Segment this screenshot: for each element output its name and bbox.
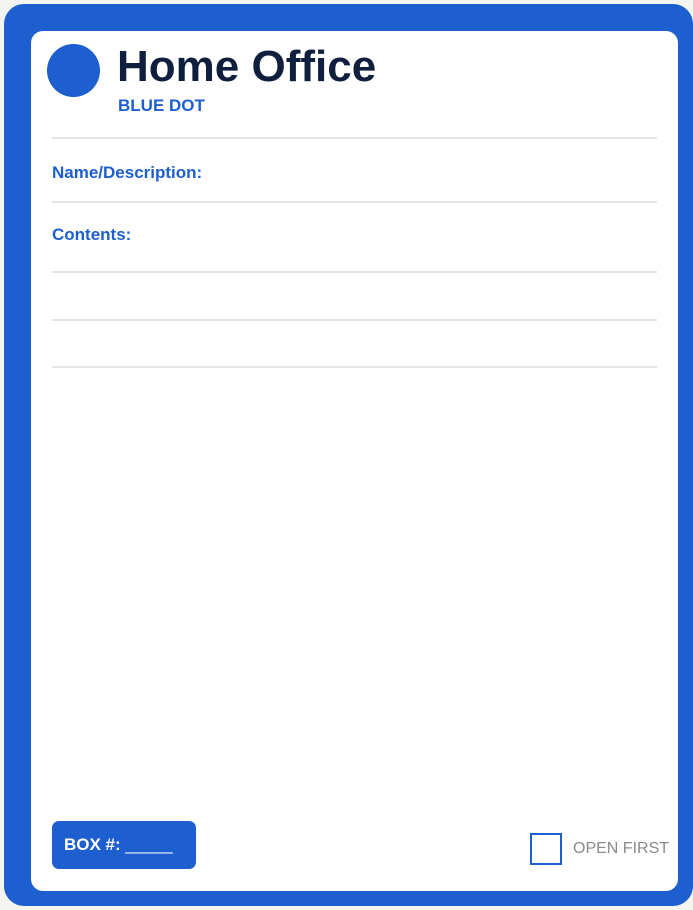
box-number-label: BOX #: bbox=[64, 835, 121, 854]
box-number-field[interactable]: BOX #: _____ bbox=[52, 821, 196, 869]
contents-line-2 bbox=[52, 319, 657, 321]
divider bbox=[52, 137, 657, 139]
open-first-label: OPEN FIRST bbox=[573, 840, 670, 857]
name-description-label: Name/Description: bbox=[52, 163, 203, 182]
label-card: Home Office BLUE DOT Name/Description: C… bbox=[31, 31, 678, 891]
label-border: Home Office BLUE DOT Name/Description: C… bbox=[4, 4, 693, 906]
blue-dot-icon bbox=[47, 44, 100, 97]
contents-line-1 bbox=[52, 271, 657, 273]
name-description-line bbox=[52, 201, 657, 203]
box-number-blank: _____ bbox=[125, 835, 173, 854]
label-title: Home Office bbox=[117, 42, 377, 91]
open-first-checkbox[interactable] bbox=[530, 833, 562, 865]
contents-label: Contents: bbox=[52, 225, 132, 244]
color-code: BLUE DOT bbox=[118, 96, 205, 115]
contents-line-3 bbox=[52, 366, 657, 368]
